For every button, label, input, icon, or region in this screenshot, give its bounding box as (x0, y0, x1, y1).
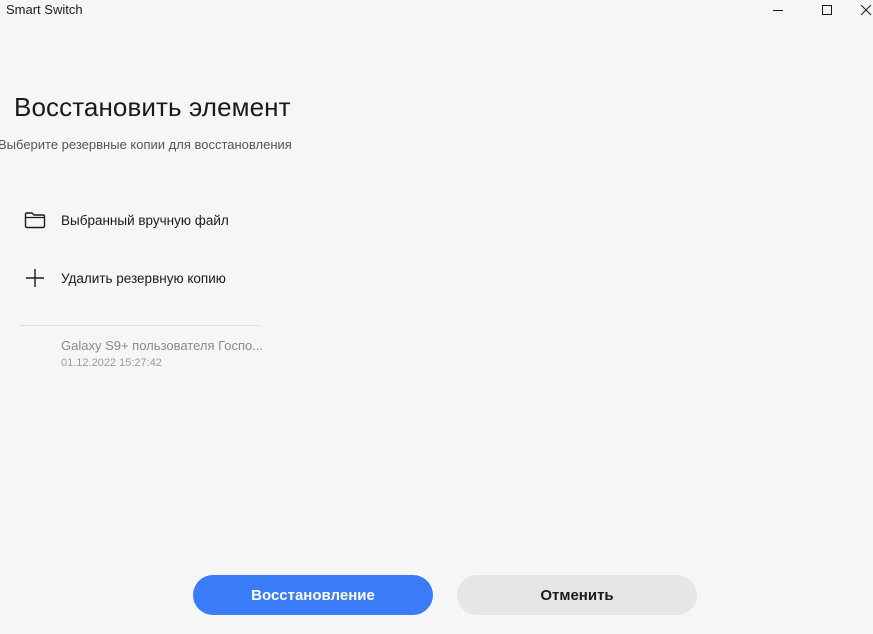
minimize-icon (773, 10, 783, 11)
folder-icon (22, 207, 48, 233)
backup-name: Galaxy S9+ пользователя Госпо... (61, 338, 264, 353)
manual-file-label: Выбранный вручную файл (61, 212, 229, 228)
close-icon (860, 4, 872, 16)
delete-backup-label: Удалить резервную копию (61, 270, 226, 286)
delete-backup-option[interactable]: Удалить резервную копию (22, 260, 282, 296)
divider (20, 325, 260, 326)
backup-date: 01.12.2022 15:27:42 (61, 357, 162, 369)
app-title: Smart Switch (6, 2, 83, 17)
close-button[interactable] (860, 0, 873, 20)
maximize-icon (822, 5, 832, 15)
page-subtitle: Выберите резервные копии для восстановле… (0, 137, 292, 152)
restore-button[interactable]: Восстановление (193, 575, 433, 615)
manual-file-option[interactable]: Выбранный вручную файл (22, 202, 282, 238)
cancel-button[interactable]: Отменить (457, 575, 697, 615)
plus-icon (22, 265, 48, 291)
page-title: Восстановить элемент (14, 92, 291, 122)
maximize-button[interactable] (812, 0, 842, 20)
minimize-button[interactable] (763, 0, 793, 20)
backup-list-item[interactable]: Galaxy S9+ пользователя Госпо... 01.12.2… (61, 338, 291, 369)
